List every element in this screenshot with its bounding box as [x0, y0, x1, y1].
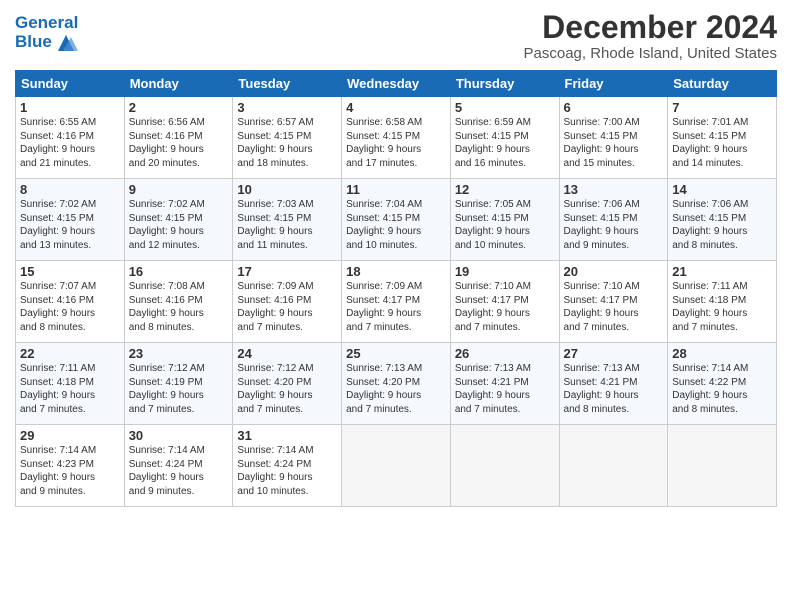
day-cell: 14 Sunrise: 7:06 AMSunset: 4:15 PMDaylig…: [668, 179, 777, 261]
header-area: General Blue December 2024 Pascoag, Rhod…: [15, 10, 777, 62]
empty-cell: [450, 425, 559, 507]
day-cell: 24 Sunrise: 7:12 AMSunset: 4:20 PMDaylig…: [233, 343, 342, 425]
day-cell: 30 Sunrise: 7:14 AMSunset: 4:24 PMDaylig…: [124, 425, 233, 507]
empty-cell: [342, 425, 451, 507]
day-cell: 19 Sunrise: 7:10 AMSunset: 4:17 PMDaylig…: [450, 261, 559, 343]
day-cell: 12 Sunrise: 7:05 AMSunset: 4:15 PMDaylig…: [450, 179, 559, 261]
day-cell: 17 Sunrise: 7:09 AMSunset: 4:16 PMDaylig…: [233, 261, 342, 343]
month-title: December 2024: [524, 10, 778, 45]
day-cell: 21 Sunrise: 7:11 AMSunset: 4:18 PMDaylig…: [668, 261, 777, 343]
header-row: Sunday Monday Tuesday Wednesday Thursday…: [16, 71, 777, 97]
day-cell: 28 Sunrise: 7:14 AMSunset: 4:22 PMDaylig…: [668, 343, 777, 425]
title-area: December 2024 Pascoag, Rhode Island, Uni…: [524, 10, 778, 62]
location-title: Pascoag, Rhode Island, United States: [524, 45, 778, 62]
day-cell: 10 Sunrise: 7:03 AMSunset: 4:15 PMDaylig…: [233, 179, 342, 261]
th-wednesday: Wednesday: [342, 71, 451, 97]
day-cell: 1 Sunrise: 6:55 AMSunset: 4:16 PMDayligh…: [16, 97, 125, 179]
empty-cell: [559, 425, 668, 507]
table-row: 22 Sunrise: 7:11 AMSunset: 4:18 PMDaylig…: [16, 343, 777, 425]
day-cell: 13 Sunrise: 7:06 AMSunset: 4:15 PMDaylig…: [559, 179, 668, 261]
th-saturday: Saturday: [668, 71, 777, 97]
day-cell: 25 Sunrise: 7:13 AMSunset: 4:20 PMDaylig…: [342, 343, 451, 425]
day-cell: 29 Sunrise: 7:14 AMSunset: 4:23 PMDaylig…: [16, 425, 125, 507]
day-cell: 7 Sunrise: 7:01 AMSunset: 4:15 PMDayligh…: [668, 97, 777, 179]
day-cell: 5 Sunrise: 6:59 AMSunset: 4:15 PMDayligh…: [450, 97, 559, 179]
th-friday: Friday: [559, 71, 668, 97]
table-row: 1 Sunrise: 6:55 AMSunset: 4:16 PMDayligh…: [16, 97, 777, 179]
main-container: General Blue December 2024 Pascoag, Rhod…: [0, 0, 792, 517]
day-cell: 18 Sunrise: 7:09 AMSunset: 4:17 PMDaylig…: [342, 261, 451, 343]
day-cell: 2 Sunrise: 6:56 AMSunset: 4:16 PMDayligh…: [124, 97, 233, 179]
th-monday: Monday: [124, 71, 233, 97]
day-cell: 11 Sunrise: 7:04 AMSunset: 4:15 PMDaylig…: [342, 179, 451, 261]
table-row: 15 Sunrise: 7:07 AMSunset: 4:16 PMDaylig…: [16, 261, 777, 343]
day-cell: 31 Sunrise: 7:14 AMSunset: 4:24 PMDaylig…: [233, 425, 342, 507]
day-cell: 4 Sunrise: 6:58 AMSunset: 4:15 PMDayligh…: [342, 97, 451, 179]
table-row: 8 Sunrise: 7:02 AMSunset: 4:15 PMDayligh…: [16, 179, 777, 261]
th-thursday: Thursday: [450, 71, 559, 97]
day-cell: 3 Sunrise: 6:57 AMSunset: 4:15 PMDayligh…: [233, 97, 342, 179]
logo-text: General Blue: [15, 14, 78, 53]
logo: General Blue: [15, 14, 78, 53]
day-cell: 20 Sunrise: 7:10 AMSunset: 4:17 PMDaylig…: [559, 261, 668, 343]
calendar-table: Sunday Monday Tuesday Wednesday Thursday…: [15, 70, 777, 507]
logo-icon: [54, 33, 78, 53]
day-cell: 26 Sunrise: 7:13 AMSunset: 4:21 PMDaylig…: [450, 343, 559, 425]
day-cell: 23 Sunrise: 7:12 AMSunset: 4:19 PMDaylig…: [124, 343, 233, 425]
empty-cell: [668, 425, 777, 507]
th-sunday: Sunday: [16, 71, 125, 97]
table-row: 29 Sunrise: 7:14 AMSunset: 4:23 PMDaylig…: [16, 425, 777, 507]
day-cell: 22 Sunrise: 7:11 AMSunset: 4:18 PMDaylig…: [16, 343, 125, 425]
day-cell: 27 Sunrise: 7:13 AMSunset: 4:21 PMDaylig…: [559, 343, 668, 425]
th-tuesday: Tuesday: [233, 71, 342, 97]
day-cell: 9 Sunrise: 7:02 AMSunset: 4:15 PMDayligh…: [124, 179, 233, 261]
day-cell: 6 Sunrise: 7:00 AMSunset: 4:15 PMDayligh…: [559, 97, 668, 179]
day-cell: 16 Sunrise: 7:08 AMSunset: 4:16 PMDaylig…: [124, 261, 233, 343]
day-cell: 8 Sunrise: 7:02 AMSunset: 4:15 PMDayligh…: [16, 179, 125, 261]
day-cell: 15 Sunrise: 7:07 AMSunset: 4:16 PMDaylig…: [16, 261, 125, 343]
